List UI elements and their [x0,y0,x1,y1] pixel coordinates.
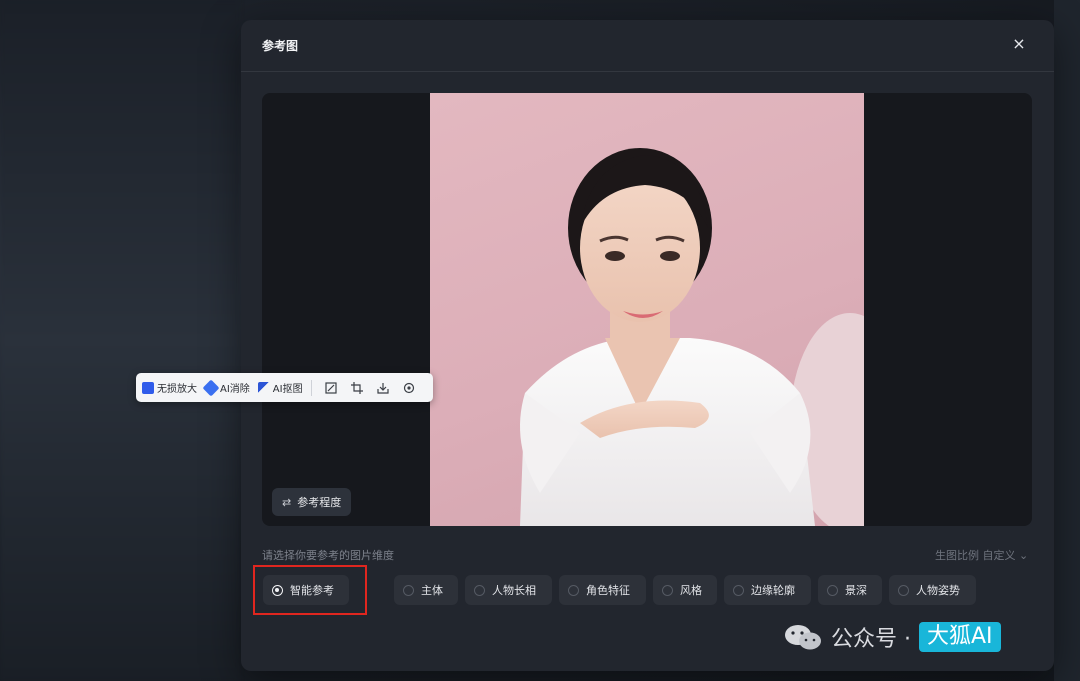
image-preview: ⇄ 参考程度 [262,93,1032,526]
reference-strength-label: 参考程度 [297,496,342,509]
radio-icon [662,584,673,596]
crop-icon[interactable] [349,380,365,396]
background-left [0,0,240,681]
dialog-title: 参考图 [262,39,299,53]
option-style[interactable]: 风格 [653,575,717,605]
option-label: 角色特征 [586,584,630,597]
option-face[interactable]: 人物长相 [465,575,552,605]
option-pose[interactable]: 人物姿势 [889,575,976,605]
watermark-badge: 大狐AI [919,622,1001,652]
option-label: 人物长相 [492,584,536,597]
toolbar-label: 无损放大 [157,384,197,395]
radio-selected-icon [272,584,283,596]
radio-icon [403,584,414,596]
ai-erase-button[interactable]: AI消除 [202,379,250,396]
lossless-upscale-button[interactable]: 无损放大 [142,380,197,395]
option-label: 人物姿势 [916,584,960,597]
option-subject[interactable]: 主体 [394,575,458,605]
radio-icon [898,584,909,596]
option-smart-reference[interactable]: 智能参考 [263,575,349,605]
toolbar-label: AI消除 [220,384,250,395]
radio-icon [568,584,579,596]
dialog-header: 参考图 × [241,20,1054,72]
option-label: 景深 [845,584,867,597]
option-label: 智能参考 [290,584,334,597]
background-right [1054,0,1080,681]
option-label: 风格 [680,584,702,597]
wechat-icon [785,625,821,650]
image-toolbar: 无损放大 AI消除 AI抠图 [136,373,433,402]
option-edge-outline[interactable]: 边缘轮廓 [724,575,811,605]
ai-cutout-button[interactable]: AI抠图 [257,380,303,395]
option-label: 主体 [421,584,443,597]
reference-photo [430,93,864,526]
settings-icon[interactable] [401,380,417,396]
sliders-icon: ⇄ [282,495,292,509]
dimension-prompt: 请选择你要参考的图片维度 [262,549,394,562]
reference-image-dialog: 参考图 × ⇄ 参考程度 请选择你要参考的图片维度 生图比例 自定义 ⌄ 智能参… [241,20,1054,671]
radio-icon [733,584,744,596]
option-label: 边缘轮廓 [751,584,795,597]
toolbar-divider [310,379,312,396]
upscale-icon [142,381,154,394]
watermark-text: 公众号 · [831,627,911,652]
eraser-icon [202,379,220,396]
portrait-illustration [520,148,864,526]
option-depth[interactable]: 景深 [818,575,882,605]
radio-icon [827,584,838,596]
close-icon[interactable]: × [1009,34,1029,54]
cutout-icon [257,381,270,394]
edit-image-icon[interactable] [323,380,339,396]
aspect-ratio-dropdown[interactable]: 生图比例 自定义 ⌄ [935,547,1028,563]
toolbar-label: AI抠图 [272,384,303,395]
radio-icon [474,584,485,596]
option-character-features[interactable]: 角色特征 [559,575,646,605]
download-icon[interactable] [375,380,391,396]
watermark: 公众号 · 大狐AI [783,619,1001,655]
reference-strength-button[interactable]: ⇄ 参考程度 [272,488,352,516]
